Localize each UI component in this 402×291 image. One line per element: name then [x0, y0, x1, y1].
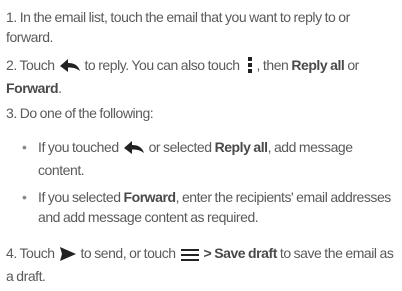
step-text: , then — [256, 57, 289, 73]
step-text: In the email list, touch the email that … — [6, 9, 350, 45]
bullet-2: • If you selected Forward, enter the rec… — [22, 188, 398, 227]
menu-lines-icon — [180, 247, 199, 267]
reply-icon — [123, 141, 144, 161]
step-text: to send, or touch — [80, 245, 176, 261]
bullet-text-part: If you touched — [38, 139, 119, 155]
help-document: 1. In the email list, touch the email th… — [0, 0, 402, 291]
send-icon — [59, 247, 76, 267]
step-1: 1. In the email list, touch the email th… — [6, 8, 398, 47]
step-number: 2. — [6, 57, 17, 73]
bullet-text: If you selected Forward, enter the recip… — [22, 188, 398, 227]
bullet-dot: • — [22, 139, 27, 155]
bullet-dot: • — [22, 189, 27, 205]
bullet-text: If you touched or selected Reply all, ad… — [22, 138, 398, 180]
bullet-text-part: or selected — [148, 139, 212, 155]
step-text: or — [347, 57, 359, 73]
step-number: 1. — [6, 9, 17, 25]
step-text: Touch — [19, 245, 55, 261]
save-draft-label: Save draft — [214, 245, 277, 261]
forward-label: Forward — [123, 189, 176, 205]
step-3: 3. Do one of the following: — [6, 104, 398, 124]
reply-all-label: Reply all — [291, 57, 345, 73]
step-number: 4. — [6, 245, 17, 261]
step-text: Do one of the following: — [19, 105, 154, 121]
step-text: Touch — [19, 57, 55, 73]
step-2: 2. Touch to reply. You can also touch , … — [6, 56, 398, 98]
step-text: to reply. You can also touch — [84, 57, 240, 73]
forward-label: Forward — [6, 79, 59, 96]
reply-all-label: Reply all — [214, 139, 268, 155]
menu-path-separator: > — [203, 245, 212, 261]
step-4: 4. Touch to send, or touch > Save draft … — [6, 244, 398, 286]
step-text: . — [58, 79, 62, 96]
bullet-text-part: If you selected — [38, 189, 121, 205]
bullet-1: • If you touched or selected Reply all, … — [22, 138, 398, 180]
menu-dots-icon — [245, 57, 255, 79]
step-number: 3. — [6, 105, 17, 121]
reply-icon — [59, 59, 80, 79]
